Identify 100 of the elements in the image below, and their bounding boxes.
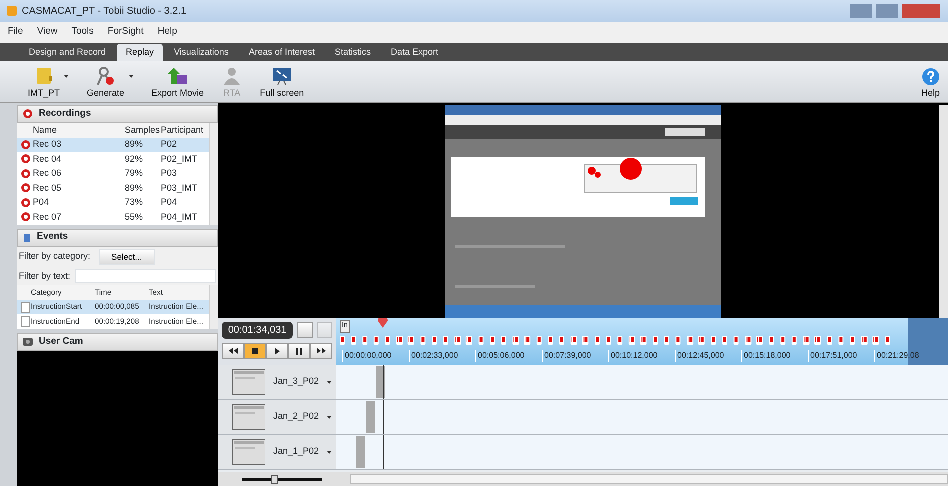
table-cell-text: P03 [161,167,178,180]
pause-icon [296,348,302,354]
clip-block [366,401,375,433]
menu-item[interactable]: Help [158,25,178,40]
time-display: 00:01:34,031 [222,322,294,339]
caret-icon[interactable] [327,450,332,454]
caret-icon[interactable] [64,74,70,78]
tick-label: 00:17:51,000 [808,350,874,362]
record-icon [21,212,31,222]
tick-label: 00:10:12,000 [608,350,674,362]
play-button[interactable] [266,343,288,359]
fast-forward-icon [316,348,326,354]
toolbar-button[interactable]: Full screen [260,66,304,100]
toolbar-button[interactable]: IMT_PT [28,66,60,100]
record-icon [21,168,31,179]
help-button[interactable]: Help [921,68,940,100]
thumbnail-icon [232,369,266,395]
record-icon [21,140,31,150]
stop-button[interactable] [244,343,266,359]
tab[interactable]: Design and Record [20,44,116,61]
rewind-icon [228,348,238,354]
arrow-film-icon [168,66,188,86]
menu-item[interactable]: ForSight [108,25,144,40]
record-icon [21,198,31,208]
tick-label: 00:15:18,000 [741,350,808,362]
table-cell-text: P04_IMT [161,210,199,224]
filter-label: Filter by category: [19,250,91,264]
caret-icon[interactable] [128,74,134,78]
column-header[interactable]: Samples [125,124,161,137]
filter-text-field[interactable] [74,269,216,284]
clip-block [356,436,365,468]
column-header[interactable]: Name [33,124,125,137]
table-cell-text: 79% [125,167,144,180]
tick-label: 00:00:00,000 [342,350,408,362]
tab[interactable]: Statistics [326,44,380,61]
document-icon [21,302,30,312]
scrollbar[interactable] [209,285,218,329]
marker-button[interactable] [297,322,313,338]
app-icon [6,5,18,17]
monitor-icon [272,66,292,86]
panel-title: Events [37,230,68,244]
table-row[interactable]: Rec 07 55% P04_IMT [17,210,209,224]
playhead-icon[interactable] [378,318,388,328]
zoom-slider[interactable] [242,474,322,484]
table-cell-text: 73% [125,196,144,209]
tick-label: 00:05:06,000 [475,350,542,362]
record-icon [21,183,31,194]
table-cell-text: Rec 06 [33,167,63,180]
tick-label: 00:02:33,000 [408,350,475,362]
table-row[interactable]: P04 73% P04 [17,196,209,210]
track-name: Jan_1_P02 [273,445,319,458]
table-row[interactable]: Rec 06 79% P03 [17,166,209,181]
table-cell-text: 89% [125,138,144,151]
track-name: Jan_3_P02 [273,375,319,388]
table-cell-text: 92% [125,152,144,166]
table-row[interactable]: Rec 05 89% P03_IMT [17,181,209,196]
tab[interactable]: Areas of Interest [240,44,324,61]
horizontal-scrollbar[interactable] [350,474,948,484]
caret-icon[interactable] [327,380,332,384]
select-button[interactable]: Select... [98,248,156,266]
tab[interactable]: Data Export [382,44,448,61]
caret-icon[interactable] [327,416,332,418]
tab[interactable]: Replay [117,44,164,61]
panel-title: User Cam [39,334,84,349]
column-header[interactable]: Participant [161,124,209,137]
pause-button[interactable] [288,343,310,359]
table-cell-text: Rec 04 [33,152,63,166]
help-icon [922,68,940,86]
tick-label: 00:12:45,000 [674,350,741,362]
table-cell-text: 89% [125,182,144,194]
menu-item[interactable]: Tools [72,25,94,40]
table-row[interactable]: Rec 03 89% P02 [17,138,209,152]
record-icon [21,154,31,164]
thumbnail-icon [232,404,266,430]
tick-label: 00:21:29,08 [874,350,940,362]
filter-label: Filter by text: [19,270,71,283]
tab[interactable]: Visualizations [165,44,238,61]
record-icon [23,109,33,119]
menu-item[interactable]: View [37,25,58,40]
scrollbar[interactable] [209,123,218,224]
forward-button[interactable] [310,343,332,359]
panel-title: Recordings [39,106,92,121]
person-icon [222,66,242,86]
scrollbar[interactable] [939,105,948,318]
stop-icon [252,348,258,354]
play-icon [274,348,280,354]
thumbnail-icon [232,439,266,465]
camera-icon [23,336,33,347]
tick-label: 00:07:39,000 [542,350,608,362]
table-cell-text: Rec 03 [33,138,63,151]
table-cell-text: Rec 07 [33,210,63,224]
menu-item[interactable]: File [8,25,24,40]
table-cell-text: P04 [33,196,50,209]
table-cell-text: Rec 05 [33,182,63,194]
toolbar-button[interactable]: Generate [87,66,125,100]
table-cell-text: P02 [161,138,178,151]
rewind-button[interactable] [222,343,244,359]
toolbar-button[interactable]: Export Movie [152,66,204,100]
table-row[interactable]: Rec 04 92% P02_IMT [17,152,209,166]
track-name: Jan_2_P02 [273,410,319,424]
